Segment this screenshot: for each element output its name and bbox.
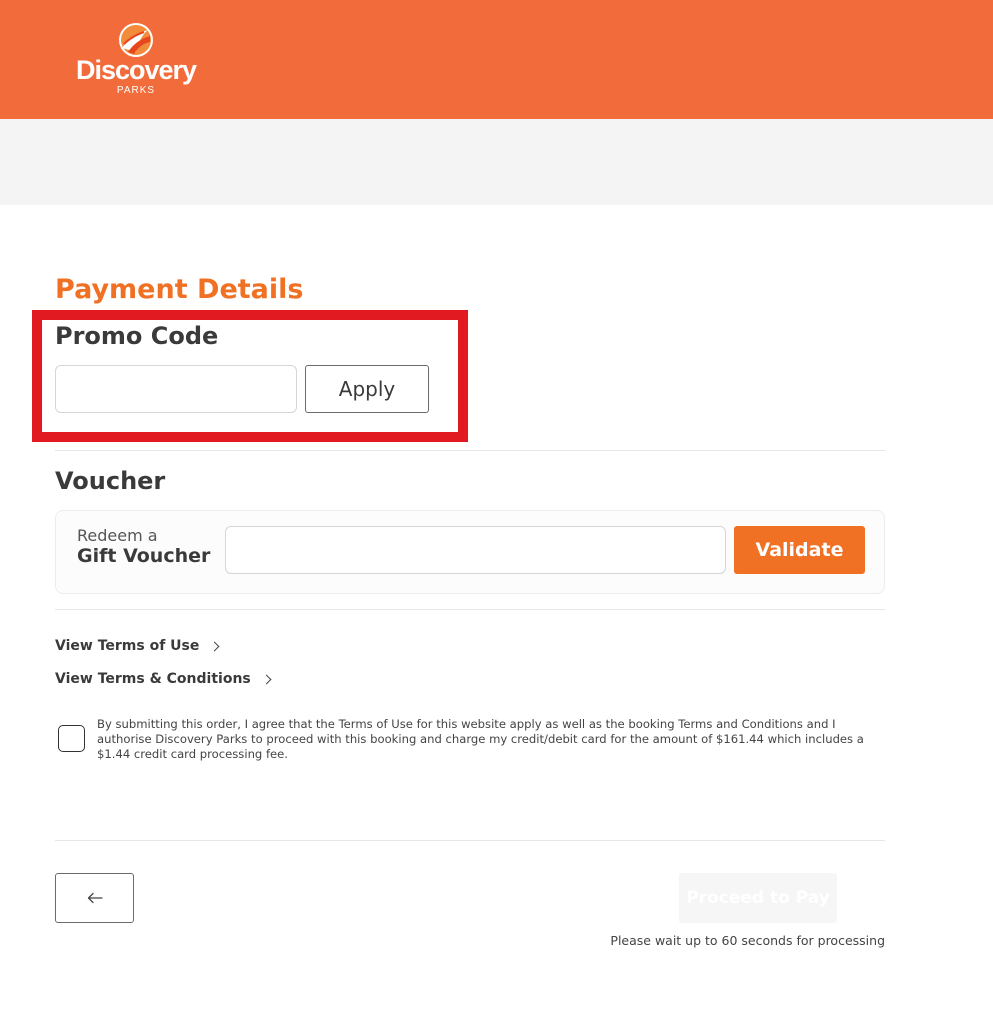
proceed-to-pay-button[interactable]: Proceed to Pay [679, 873, 837, 923]
logo-wordmark: Discovery [75, 55, 197, 85]
divider [55, 450, 885, 451]
divider [55, 840, 885, 841]
processing-note: Please wait up to 60 seconds for process… [610, 933, 885, 948]
arrow-left-icon [87, 892, 103, 904]
divider [55, 609, 885, 610]
progress-bar-area [0, 119, 993, 205]
promo-code-heading: Promo Code [55, 322, 219, 350]
site-header: Discovery PARKS [0, 0, 993, 119]
chevron-right-icon [261, 674, 272, 684]
discovery-parks-logo[interactable]: Discovery PARKS [74, 22, 198, 100]
voucher-redeem-label: Redeem a [77, 526, 158, 545]
chevron-right-icon [209, 641, 220, 651]
page-title: Payment Details [55, 274, 304, 305]
discovery-parks-sun-icon [119, 23, 153, 57]
terms-of-use-label: View Terms of Use [55, 638, 200, 654]
view-terms-of-use-link[interactable]: View Terms of Use [55, 638, 220, 654]
apply-button[interactable]: Apply [305, 365, 429, 413]
gift-voucher-input[interactable] [225, 526, 726, 574]
voucher-heading: Voucher [55, 467, 166, 495]
voucher-card: Redeem a Gift Voucher Validate [55, 510, 885, 594]
agreement-checkbox[interactable] [58, 725, 85, 752]
validate-button[interactable]: Validate [734, 526, 865, 574]
agreement-text: By submitting this order, I agree that t… [97, 717, 864, 761]
promo-code-input[interactable] [55, 365, 297, 413]
voucher-gift-label: Gift Voucher [77, 545, 211, 567]
logo-subtitle: PARKS [116, 85, 156, 96]
view-terms-conditions-link[interactable]: View Terms & Conditions [55, 671, 272, 687]
terms-conditions-label: View Terms & Conditions [55, 671, 251, 687]
back-button[interactable] [55, 873, 134, 923]
